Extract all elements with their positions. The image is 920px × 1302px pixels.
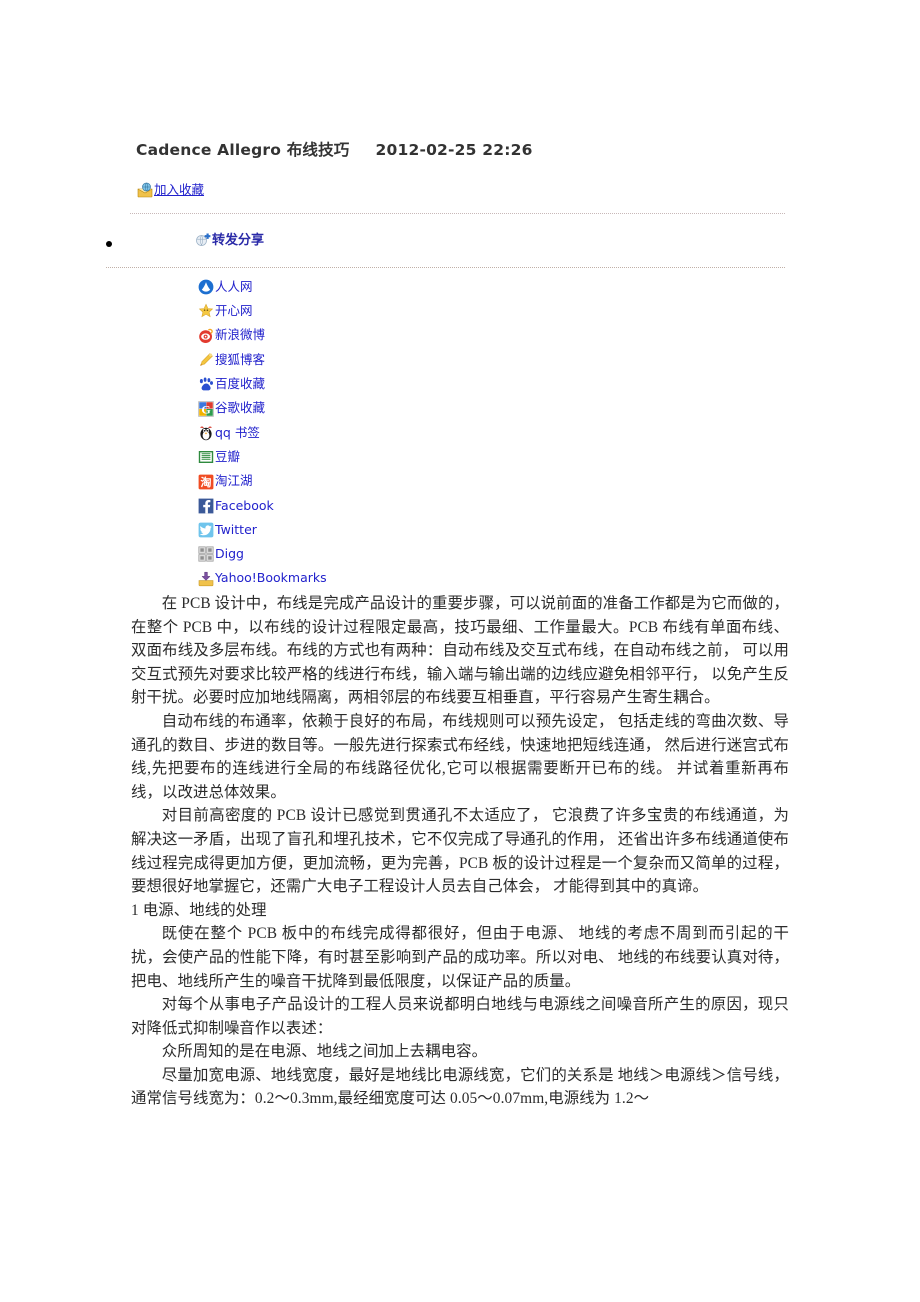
social-label: Yahoo!Bookmarks xyxy=(215,570,327,586)
share-link[interactable]: 转发分享 xyxy=(212,234,264,247)
social-item-baidu[interactable]: 百度收藏 xyxy=(198,372,498,396)
social-label: 搜狐博客 xyxy=(215,351,266,367)
page-title: Cadence Allegro 布线技巧 xyxy=(136,141,350,159)
article-body: 在 PCB 设计中，布线是完成产品设计的重要步骤，可以说前面的准备工作都是为它而… xyxy=(131,592,789,1111)
post-date: 2012-02-25 22:26 xyxy=(375,141,533,159)
renren-icon xyxy=(198,279,214,295)
social-label: 新浪微博 xyxy=(215,327,266,343)
social-item-google[interactable]: G 谷歌收藏 xyxy=(198,396,498,420)
douban-icon xyxy=(198,449,214,465)
social-item-sohu-blog[interactable]: 搜狐博客 xyxy=(198,348,498,372)
digg-icon xyxy=(198,546,214,562)
social-item-kaixin[interactable]: 开心网 xyxy=(198,299,498,323)
divider-top xyxy=(130,213,785,214)
add-to-favorites-row[interactable]: 加入收藏 xyxy=(137,180,204,200)
post-header: Cadence Allegro 布线技巧 2012-02-25 22:26 xyxy=(136,138,796,160)
facebook-icon xyxy=(198,498,214,514)
social-item-qq-bookmark[interactable]: qq 书签 xyxy=(198,421,498,445)
qq-penguin-icon xyxy=(198,425,214,441)
taobao-icon: 淘 xyxy=(198,474,214,490)
divider-middle xyxy=(106,267,785,268)
yahoo-bookmarks-icon xyxy=(198,571,214,587)
social-item-taojianghu[interactable]: 淘 淘江湖 xyxy=(198,469,498,493)
social-label: Twitter xyxy=(215,521,257,537)
article-paragraph: 对每个从事电子产品设计的工程人员来说都明白地线与电源线之间噪音所产生的原因，现只… xyxy=(131,996,789,1037)
social-label: Facebook xyxy=(215,497,274,513)
add-to-favorites-link[interactable]: 加入收藏 xyxy=(154,183,204,197)
sina-weibo-eye-icon xyxy=(198,328,214,344)
folder-mail-icon xyxy=(137,182,153,198)
social-item-facebook[interactable]: Facebook xyxy=(198,494,498,518)
article-paragraph: 在 PCB 设计中，布线是完成产品设计的重要步骤，可以说前面的准备工作都是为它而… xyxy=(131,595,789,707)
article-paragraph: 众所周知的是在电源、地线之间加上去耦电容。 xyxy=(161,1043,488,1061)
social-label: 豆瓣 xyxy=(215,448,241,464)
article-paragraph: 既使在整个 PCB 板中的布线完成得都很好，但由于电源、 地线的考虑不周到而引起… xyxy=(131,925,789,990)
social-label: 百度收藏 xyxy=(215,376,266,392)
social-label: 谷歌收藏 xyxy=(215,400,266,416)
twitter-bird-icon xyxy=(198,522,214,538)
kaixin-star-icon xyxy=(198,303,214,319)
list-bullet xyxy=(106,241,112,247)
social-label: 淘江湖 xyxy=(215,473,253,489)
social-label: 人人网 xyxy=(215,278,253,294)
share-row[interactable]: 转发分享 xyxy=(106,232,526,248)
article-section-heading: 1 电源、地线的处理 xyxy=(131,901,267,919)
social-item-twitter[interactable]: Twitter xyxy=(198,518,498,542)
svg-text:G: G xyxy=(201,402,210,416)
social-label: 开心网 xyxy=(215,303,253,319)
svg-text:淘: 淘 xyxy=(201,475,212,489)
social-label: Digg xyxy=(215,546,244,562)
article-paragraph: 对目前高密度的 PCB 设计已感觉到贯通孔不太适应了， 它浪费了许多宝贵的布线通… xyxy=(131,807,789,896)
page-canvas: Cadence Allegro 布线技巧 2012-02-25 22:26 加入收… xyxy=(0,0,920,1302)
social-label: qq 书签 xyxy=(215,424,260,440)
social-share-list: 人人网 开心网 新浪微博 搜狐博客 百度收藏 G 谷歌收藏 qq 书签 豆瓣 淘… xyxy=(198,275,498,591)
sohu-blog-icon xyxy=(198,352,214,368)
social-item-digg[interactable]: Digg xyxy=(198,542,498,566)
social-item-renren[interactable]: 人人网 xyxy=(198,275,498,299)
social-item-douban[interactable]: 豆瓣 xyxy=(198,445,498,469)
article-paragraph: 自动布线的布通率，依赖于良好的布局，布线规则可以预先设定， 包括走线的弯曲次数、… xyxy=(131,712,789,801)
google-g-icon: G xyxy=(198,400,214,417)
social-item-yahoo-bookmarks[interactable]: Yahoo!Bookmarks xyxy=(198,567,498,591)
share-plus-icon xyxy=(195,232,211,248)
baidu-paw-icon xyxy=(198,376,214,392)
social-item-sina-weibo[interactable]: 新浪微博 xyxy=(198,324,498,348)
article-paragraph: 尽量加宽电源、地线宽度，最好是地线比电源线宽，它们的关系是 地线＞电源线＞信号线… xyxy=(131,1066,789,1108)
